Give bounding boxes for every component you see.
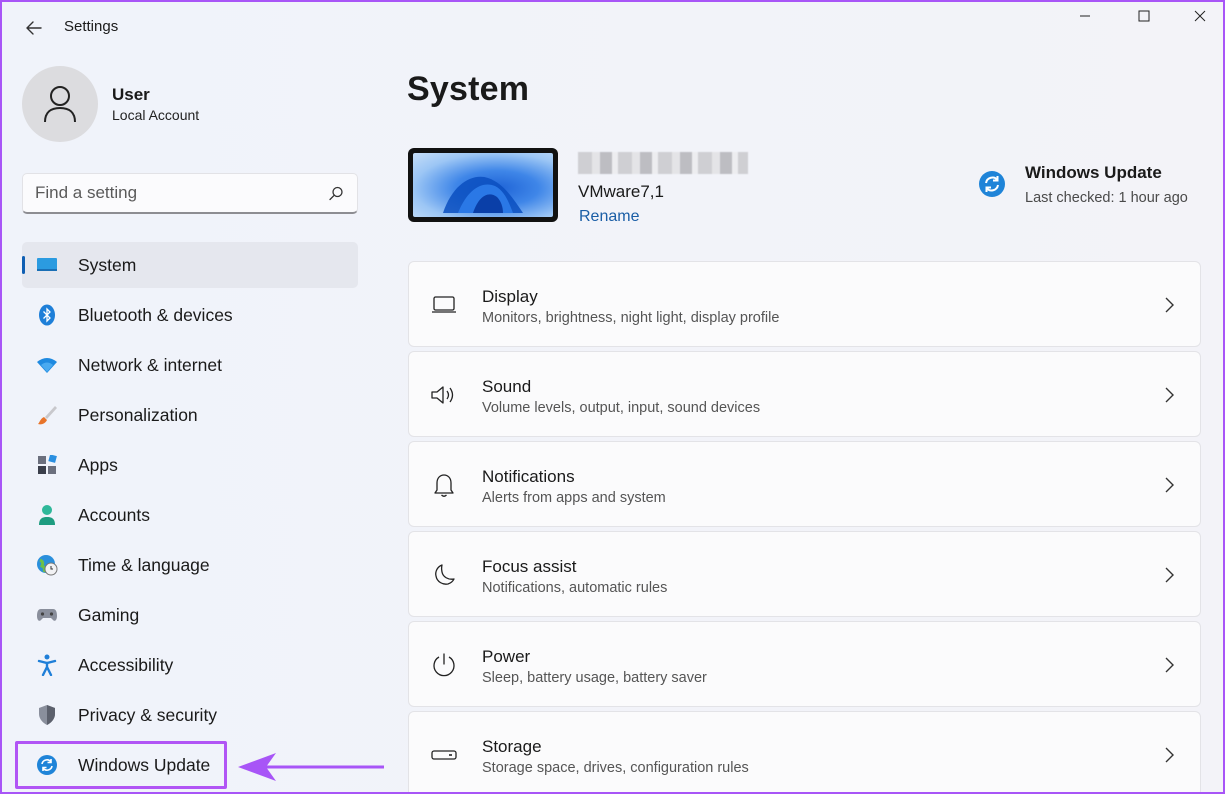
chevron-right-icon bbox=[1165, 297, 1174, 313]
shield-icon bbox=[36, 704, 58, 726]
system-icon bbox=[36, 254, 58, 276]
person-icon bbox=[36, 504, 58, 526]
speaker-icon bbox=[429, 380, 459, 410]
sidebar-item-label: Apps bbox=[78, 454, 118, 475]
search-box[interactable] bbox=[22, 173, 358, 214]
settings-cards: Display Monitors, brightness, night ligh… bbox=[408, 261, 1201, 792]
back-button[interactable] bbox=[20, 14, 48, 42]
card-subtitle: Storage space, drives, configuration rul… bbox=[482, 760, 749, 776]
sidebar-item-label: Network & internet bbox=[78, 354, 222, 375]
chevron-right-icon bbox=[1165, 747, 1174, 763]
power-icon bbox=[429, 650, 459, 680]
sidebar-item-system[interactable]: System bbox=[22, 242, 358, 288]
sidebar-item-apps[interactable]: Apps bbox=[22, 442, 358, 488]
sidebar-item-time-language[interactable]: Time & language bbox=[22, 542, 358, 588]
sidebar-item-gaming[interactable]: Gaming bbox=[22, 592, 358, 638]
sidebar-item-label: Accessibility bbox=[78, 654, 174, 675]
rename-link[interactable]: Rename bbox=[579, 208, 639, 226]
sidebar-item-accessibility[interactable]: Accessibility bbox=[22, 642, 358, 688]
sidebar-item-privacy-security[interactable]: Privacy & security bbox=[22, 692, 358, 738]
search-input[interactable] bbox=[35, 182, 315, 204]
account-type: Local Account bbox=[112, 107, 200, 123]
sync-icon bbox=[979, 171, 1005, 197]
card-title: Power bbox=[482, 647, 531, 666]
sidebar-item-label: Gaming bbox=[78, 604, 140, 625]
card-title: Focus assist bbox=[482, 557, 577, 576]
card-focus-assist[interactable]: Focus assist Notifications, automatic ru… bbox=[408, 531, 1201, 617]
chevron-right-icon bbox=[1165, 657, 1174, 673]
avatar[interactable] bbox=[22, 66, 98, 142]
card-title: Display bbox=[482, 287, 538, 306]
globe-clock-icon bbox=[36, 554, 58, 576]
minimize-button[interactable] bbox=[1057, 2, 1113, 30]
bell-icon bbox=[429, 470, 459, 500]
storage-icon bbox=[429, 740, 459, 770]
card-storage[interactable]: Storage Storage space, drives, configura… bbox=[408, 711, 1201, 792]
monitor-icon bbox=[429, 290, 459, 320]
sidebar-item-windows-update[interactable]: Windows Update bbox=[15, 741, 227, 789]
bluetooth-icon bbox=[36, 304, 58, 326]
settings-window: Settings User Local Account Find a setti… bbox=[0, 0, 1225, 794]
device-wallpaper-thumbnail bbox=[408, 148, 558, 222]
card-title: Sound bbox=[482, 377, 532, 396]
close-icon bbox=[1194, 10, 1206, 22]
device-model: VMware7,1 bbox=[578, 182, 664, 201]
card-title: Storage bbox=[482, 737, 542, 756]
windows-update-last-checked: Last checked: 1 hour ago bbox=[1025, 190, 1188, 206]
page-title: System bbox=[407, 70, 530, 108]
card-subtitle: Notifications, automatic rules bbox=[482, 580, 668, 596]
sync-icon bbox=[36, 754, 58, 776]
chevron-right-icon bbox=[1165, 387, 1174, 403]
card-subtitle: Volume levels, output, input, sound devi… bbox=[482, 400, 761, 416]
close-button[interactable] bbox=[1172, 2, 1223, 30]
sidebar-item-label: Bluetooth & devices bbox=[78, 304, 233, 325]
apps-icon bbox=[36, 454, 58, 476]
sidebar-item-personalization[interactable]: Personalization bbox=[22, 392, 358, 438]
card-subtitle: Alerts from apps and system bbox=[482, 490, 666, 506]
back-arrow-icon bbox=[26, 21, 42, 35]
sidebar-item-label: Privacy & security bbox=[78, 704, 218, 725]
sidebar-item-label: System bbox=[78, 254, 137, 275]
app-title: Settings bbox=[64, 18, 119, 35]
user-name: User bbox=[112, 85, 150, 104]
search-icon[interactable] bbox=[327, 185, 345, 203]
annotation-arrow bbox=[238, 753, 384, 781]
chevron-right-icon bbox=[1165, 567, 1174, 583]
card-subtitle: Sleep, battery usage, battery saver bbox=[482, 670, 707, 686]
sidebar-item-label: Windows Update bbox=[78, 754, 211, 775]
sidebar-nav: System Bluetooth & devices Network & int… bbox=[15, 242, 358, 792]
sidebar-item-label: Accounts bbox=[78, 504, 150, 525]
title-bar: Settings bbox=[2, 2, 1223, 52]
sidebar-item-accounts[interactable]: Accounts bbox=[22, 492, 358, 538]
windows-update-status[interactable]: Windows Update Last checked: 1 hour ago bbox=[978, 162, 1208, 212]
moon-icon bbox=[429, 560, 459, 590]
minimize-icon bbox=[1080, 15, 1090, 17]
sidebar-item-label: Personalization bbox=[78, 404, 198, 425]
card-sound[interactable]: Sound Volume levels, output, input, soun… bbox=[408, 351, 1201, 437]
brush-icon bbox=[36, 404, 58, 426]
accessibility-icon bbox=[36, 654, 58, 676]
gamepad-icon bbox=[36, 604, 58, 626]
maximize-button[interactable] bbox=[1116, 2, 1172, 30]
maximize-icon bbox=[1138, 10, 1150, 22]
user-icon bbox=[44, 86, 76, 123]
wallpaper-image bbox=[413, 153, 553, 217]
card-power[interactable]: Power Sleep, battery usage, battery save… bbox=[408, 621, 1201, 707]
windows-update-title: Windows Update bbox=[1025, 163, 1162, 182]
wifi-icon bbox=[36, 354, 58, 376]
sidebar-item-network[interactable]: Network & internet bbox=[22, 342, 358, 388]
sidebar-item-bluetooth[interactable]: Bluetooth & devices bbox=[22, 292, 358, 338]
card-notifications[interactable]: Notifications Alerts from apps and syste… bbox=[408, 441, 1201, 527]
sidebar-item-label: Time & language bbox=[78, 554, 210, 575]
card-title: Notifications bbox=[482, 467, 575, 486]
card-display[interactable]: Display Monitors, brightness, night ligh… bbox=[408, 261, 1201, 347]
card-subtitle: Monitors, brightness, night light, displ… bbox=[482, 310, 780, 326]
device-name-redacted bbox=[578, 152, 748, 174]
chevron-right-icon bbox=[1165, 477, 1174, 493]
